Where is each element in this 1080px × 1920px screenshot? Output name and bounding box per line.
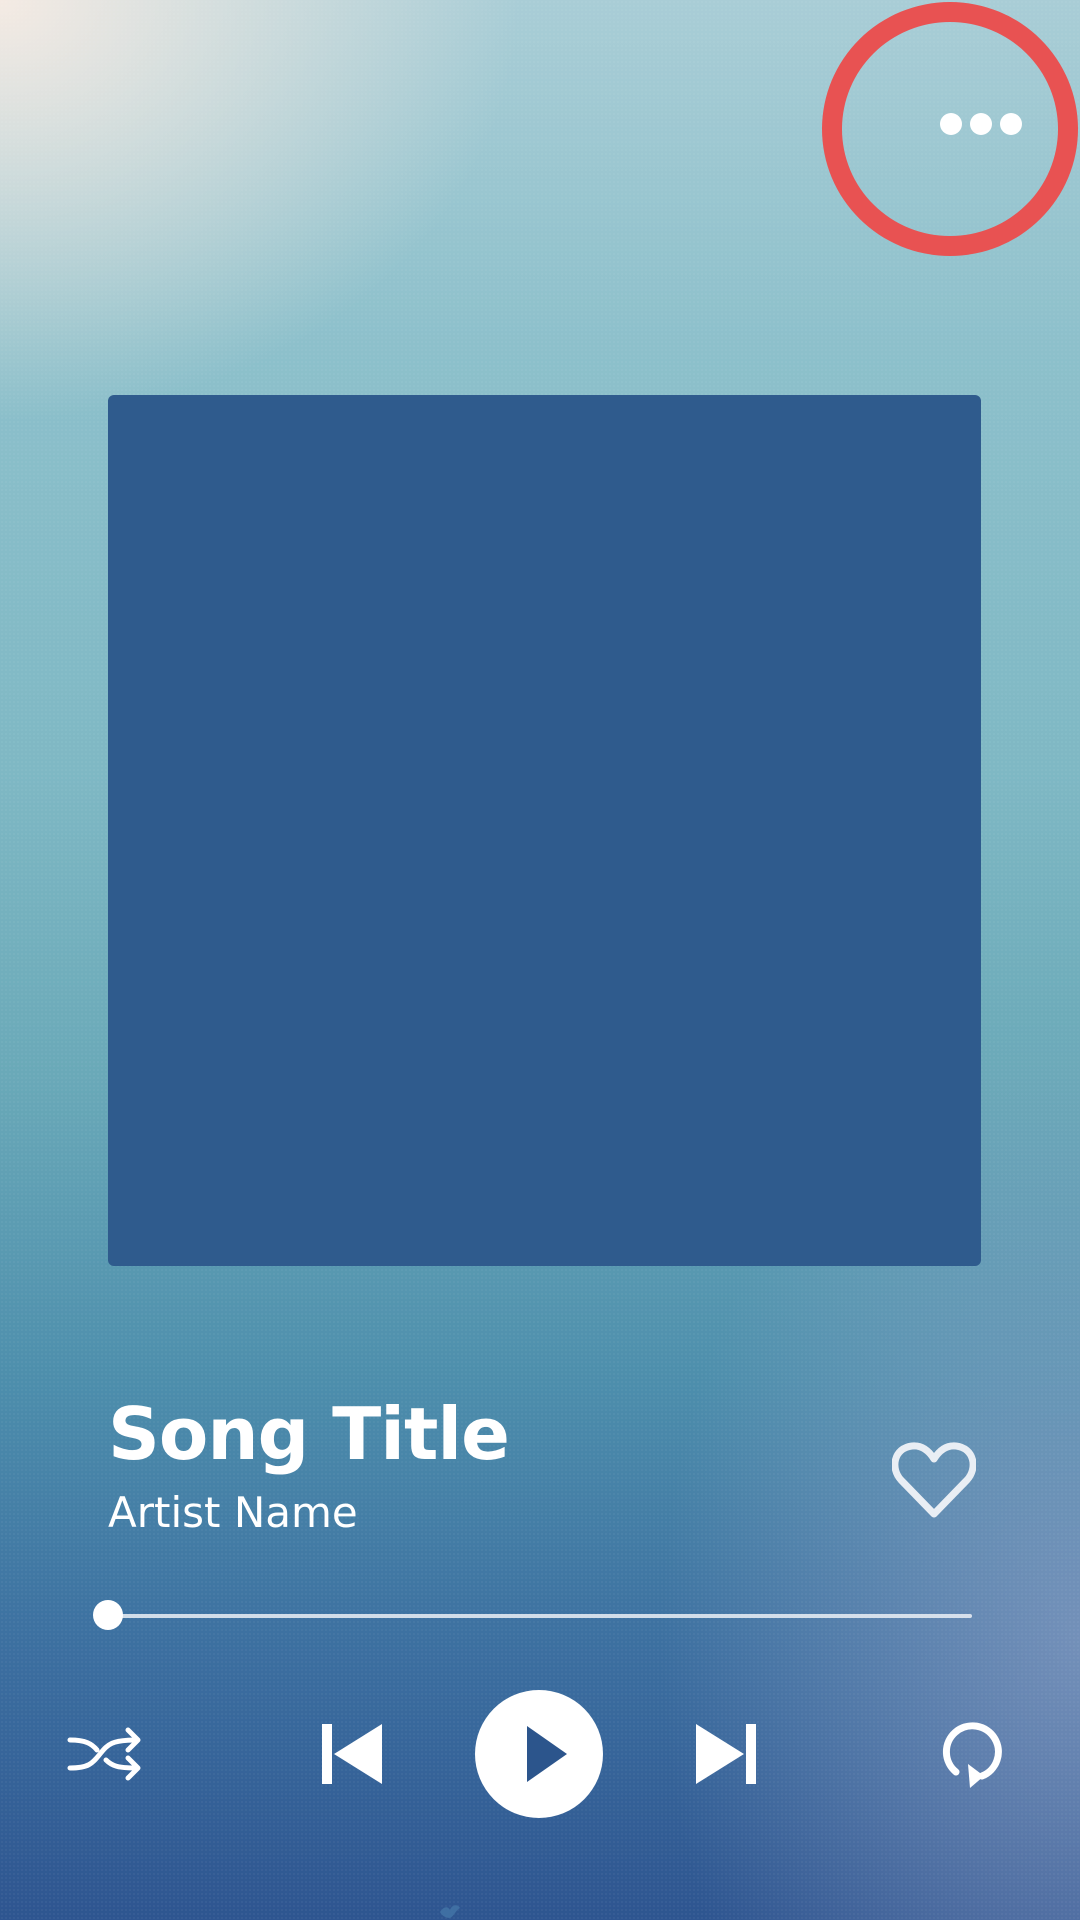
skip-next-icon[interactable] [694, 1722, 758, 1786]
more-options-button[interactable] [822, 2, 1078, 256]
progress-thumb[interactable] [93, 1600, 123, 1630]
artist-name: Artist Name [108, 1488, 358, 1537]
skip-previous-icon[interactable] [320, 1722, 384, 1786]
album-art [108, 395, 981, 1266]
progress-bar[interactable] [93, 1600, 972, 1630]
shuffle-icon[interactable] [66, 1722, 148, 1786]
more-horizontal-icon [940, 113, 1022, 135]
play-button[interactable] [475, 1690, 603, 1818]
heart-outline-icon[interactable] [892, 1440, 976, 1520]
decorative-mark [440, 1905, 460, 1918]
song-title: Song Title [108, 1392, 510, 1476]
play-icon [527, 1726, 567, 1782]
music-player-screen: Song Title Artist Name [0, 0, 1080, 1920]
repeat-icon[interactable] [938, 1716, 1006, 1792]
